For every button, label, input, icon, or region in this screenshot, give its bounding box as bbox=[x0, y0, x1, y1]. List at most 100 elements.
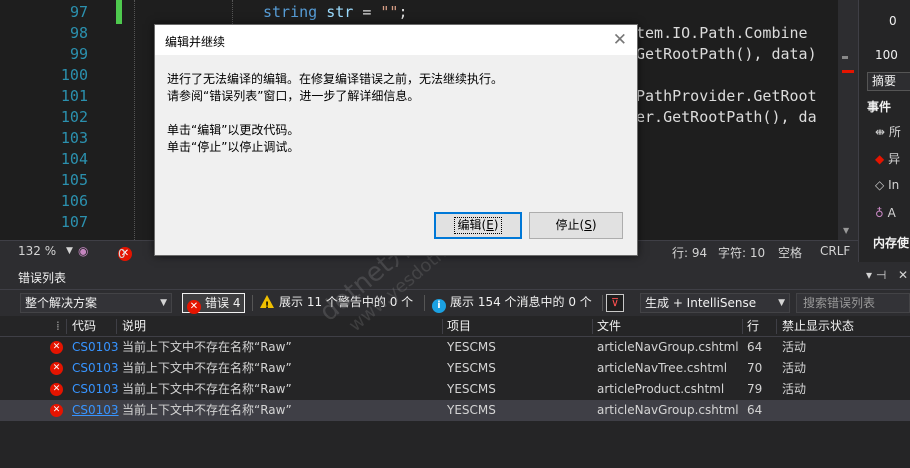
warning-icon: ! bbox=[260, 295, 274, 311]
error-description: 当前上下文中不存在名称“Raw” bbox=[122, 340, 292, 354]
error-project: YESCMS bbox=[447, 361, 496, 375]
event-item[interactable]: ⇼ 所 bbox=[875, 123, 901, 140]
copilot-icon[interactable]: ◉ bbox=[78, 244, 88, 258]
stop-button[interactable]: 停止(S) bbox=[529, 212, 623, 239]
dialog-title: 编辑并继续 bbox=[165, 35, 226, 49]
stop-label-end: ) bbox=[591, 218, 597, 232]
error-icon: ✕ bbox=[187, 300, 201, 314]
events-section-title: 事件 bbox=[867, 100, 892, 114]
warnings-filter-button[interactable]: ! 展示 11 个警告中的 0 个 bbox=[256, 293, 417, 313]
edit-label-end: ) bbox=[493, 218, 499, 232]
whitespace-mode[interactable]: 空格 bbox=[778, 244, 802, 261]
event-item[interactable]: ◆ 异 bbox=[875, 150, 900, 167]
edit-button[interactable]: 编辑(E) bbox=[434, 212, 522, 239]
error-line: 64 bbox=[747, 340, 763, 354]
char-position[interactable]: 字符: 10 bbox=[718, 244, 765, 261]
dialog-message: 进行了无法编译的编辑。在修复编译错误之前，无法继续执行。 请参阅“错误列表”窗口… bbox=[167, 71, 503, 156]
event-item[interactable]: ♁ A bbox=[875, 206, 896, 220]
column-header-project[interactable]: 项目 bbox=[447, 316, 471, 337]
identifier-token: str bbox=[326, 3, 354, 21]
warnings-label: 展示 11 个警告中的 0 个 bbox=[279, 295, 414, 309]
code-line-97[interactable]: string str = ""; bbox=[263, 2, 408, 23]
change-tracking-bar bbox=[116, 0, 122, 24]
chart-value: 100 bbox=[875, 48, 898, 62]
panel-title: 错误列表 bbox=[18, 271, 67, 285]
lightbulb-icon: ♁ bbox=[875, 206, 884, 220]
error-line: 70 bbox=[747, 361, 763, 375]
error-line: 79 bbox=[747, 382, 763, 396]
column-header-code[interactable]: 代码 bbox=[72, 316, 96, 337]
zoom-level[interactable]: 132 % bbox=[18, 244, 56, 258]
tab-summary[interactable]: 摘要 bbox=[867, 72, 910, 91]
code-line-99[interactable]: GetRootPath(), data) bbox=[636, 44, 817, 65]
scroll-down-icon[interactable]: ▼ bbox=[843, 226, 849, 235]
filter-icon: ⊽ bbox=[606, 294, 624, 312]
info-icon: i bbox=[432, 299, 446, 313]
messages-label: 展示 154 个消息中的 0 个 bbox=[450, 295, 592, 309]
line-position[interactable]: 行: 94 bbox=[672, 244, 707, 261]
column-header-desc[interactable]: 说明 bbox=[122, 316, 146, 337]
toolbar-separator bbox=[424, 295, 425, 311]
keyword-token: string bbox=[263, 3, 318, 21]
event-item[interactable]: ◇ In bbox=[875, 178, 899, 192]
error-description: 当前上下文中不存在名称“Raw” bbox=[122, 361, 292, 375]
code-line-98[interactable]: tem.IO.Path.Combine bbox=[636, 23, 808, 44]
error-code-link[interactable]: CS0103 bbox=[72, 358, 119, 379]
error-line: 64 bbox=[747, 403, 763, 417]
build-source-dropdown[interactable]: 生成 + IntelliSense ▼ bbox=[640, 293, 790, 313]
code-line-102[interactable]: er.GetRootPath(), da bbox=[636, 107, 817, 128]
error-list-toolbar: 整个解决方案 ▼ ✕ 错误 4 ! 展示 11 个警告中的 0 个 i 展示 154 … bbox=[0, 290, 910, 316]
error-icon: ✕ bbox=[50, 404, 63, 417]
chevron-down-icon: ▼ bbox=[778, 298, 785, 308]
editor-vertical-scrollbar[interactable]: ▼ bbox=[838, 0, 858, 240]
error-icon: ✕ bbox=[50, 341, 63, 354]
search-input[interactable]: 搜索错误列表 bbox=[796, 293, 910, 313]
line-ending[interactable]: CRLF bbox=[820, 244, 850, 258]
column-header-file[interactable]: 文件 bbox=[597, 316, 621, 337]
column-header-suppress[interactable]: 禁止显示状态 bbox=[782, 316, 854, 337]
toolbar-separator bbox=[602, 295, 603, 311]
error-code-link[interactable]: CS0103 bbox=[72, 379, 119, 400]
message-line: 单击“编辑”以更改代码。 bbox=[167, 123, 300, 137]
error-description: 当前上下文中不存在名称“Raw” bbox=[122, 403, 292, 417]
close-icon[interactable]: ✕ bbox=[898, 268, 908, 282]
line-number: 107 bbox=[60, 213, 88, 231]
pin-icon[interactable]: ▾ ⊣ bbox=[866, 268, 886, 282]
diagnostic-tools-pane: 0 100 摘要 事件 ⇼ 所 ◆ 异 ◇ In ♁ A 内存使 bbox=[858, 0, 910, 262]
table-row[interactable]: ✕ CS0103 当前上下文中不存在名称“Raw” YESCMS article… bbox=[0, 337, 910, 358]
punct-token: ; bbox=[398, 3, 408, 21]
close-icon[interactable]: ✕ bbox=[613, 30, 627, 50]
error-file: articleNavTree.cshtml bbox=[597, 361, 728, 375]
edit-accesskey: E bbox=[486, 218, 494, 232]
table-row[interactable]: ✕ CS0103 当前上下文中不存在名称“Raw” YESCMS article… bbox=[0, 379, 910, 400]
error-code-link[interactable]: CS0103 bbox=[72, 337, 119, 358]
error-file: articleNavGroup.cshtml bbox=[597, 340, 739, 354]
error-count: 0 bbox=[118, 247, 126, 261]
table-row-selected[interactable]: ✕ CS0103 当前上下文中不存在名称“Raw” YESCMS article… bbox=[0, 400, 910, 421]
messages-filter-button[interactable]: i 展示 154 个消息中的 0 个 bbox=[428, 293, 596, 313]
column-header-line[interactable]: 行 bbox=[747, 316, 759, 337]
code-line-101[interactable]: PathProvider.GetRoot bbox=[636, 86, 817, 107]
error-description: 当前上下文中不存在名称“Raw” bbox=[122, 382, 292, 396]
build-source-value: 生成 + IntelliSense bbox=[645, 296, 757, 310]
error-suppress-state: 活动 bbox=[782, 340, 807, 354]
table-row[interactable]: ✕ CS0103 当前上下文中不存在名称“Raw” YESCMS article… bbox=[0, 358, 910, 379]
string-token: "" bbox=[380, 3, 399, 21]
errors-filter-button[interactable]: ✕ 错误 4 bbox=[182, 293, 246, 314]
error-list-panel: 错误列表 ▾ ⊣ ✕ 整个解决方案 ▼ ✕ 错误 4 ! 展示 11 个警告中的 0… bbox=[0, 262, 910, 468]
error-suppress-state: 活动 bbox=[782, 382, 807, 396]
operator-token: = bbox=[353, 3, 381, 21]
message-line: 进行了无法编译的编辑。在修复编译错误之前，无法继续执行。 bbox=[167, 72, 504, 86]
sort-icon[interactable]: ⁞ bbox=[56, 316, 60, 337]
chart-value: 0 bbox=[889, 14, 897, 28]
error-code-link[interactable]: CS0103 bbox=[72, 400, 119, 421]
zoom-dropdown-icon[interactable]: ▼ bbox=[66, 246, 73, 256]
error-project: YESCMS bbox=[447, 340, 496, 354]
edit-label: 编辑( bbox=[457, 218, 487, 232]
line-number: 106 bbox=[60, 192, 88, 210]
scope-dropdown[interactable]: 整个解决方案 ▼ bbox=[20, 293, 172, 313]
error-icon: ✕ bbox=[50, 362, 63, 375]
filter-button[interactable]: ⊽ bbox=[606, 293, 624, 313]
stop-accesskey: S bbox=[584, 218, 592, 232]
diamond-icon: ◇ bbox=[875, 178, 885, 192]
